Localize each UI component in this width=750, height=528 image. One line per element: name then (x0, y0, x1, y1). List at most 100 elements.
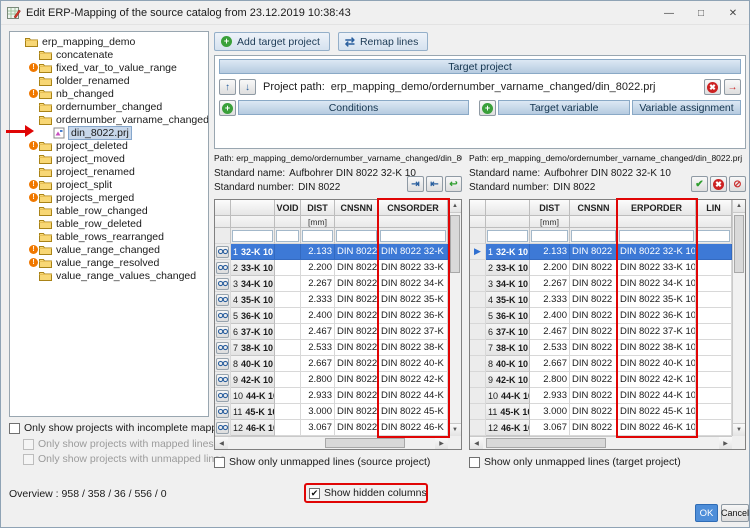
filter-input[interactable] (487, 230, 528, 242)
column-header-order[interactable]: ERPORDER (618, 200, 696, 216)
table-row[interactable]: 536-K 102.400DIN 8022DIN 8022 36-K 10 (470, 308, 732, 324)
add-condition-button[interactable]: + (219, 100, 236, 116)
jump-to-mapped-line-button[interactable]: ⇥ (407, 176, 424, 192)
table-row[interactable]: 637-K 102.467DIN 8022DIN 8022 37-K 10 (215, 324, 448, 340)
table-row[interactable]: 1246-K 103.067DIN 8022DIN 8022 46-K 10 (470, 420, 732, 436)
tree-item-project-deleted[interactable]: !project_deleted (10, 139, 208, 152)
column-header-order[interactable]: CNSORDER (379, 200, 448, 216)
incomplete-mappings-checkbox[interactable] (9, 423, 20, 434)
close-button[interactable]: ✕ (717, 1, 749, 25)
tree-item-value-range-changed[interactable]: !value_range_changed (10, 243, 208, 256)
column-header-dist[interactable]: DIST (301, 200, 335, 216)
scroll-down-arrow[interactable]: ▼ (733, 423, 745, 436)
move-target-up-button[interactable]: ↑ (219, 79, 236, 95)
scroll-right-arrow[interactable]: ▶ (719, 437, 732, 449)
ok-button[interactable]: OK (695, 504, 718, 522)
filter-input[interactable] (380, 230, 446, 242)
target-unmapped-checkbox[interactable] (469, 457, 480, 468)
table-row[interactable]: 435-K 102.333DIN 8022DIN 8022 35-K 10 (470, 292, 732, 308)
horizontal-scrollbar[interactable]: ◀▶ (470, 436, 745, 449)
column-header-cnsnn[interactable]: CNSNN (335, 200, 379, 216)
minimize-button[interactable]: — (653, 1, 685, 25)
remap-lines-button[interactable]: ⇄ Remap lines (338, 32, 428, 51)
find-line-button[interactable] (216, 262, 229, 274)
remove-target-project-button[interactable]: ✖ (704, 79, 721, 95)
filter-input[interactable] (276, 230, 299, 242)
column-header-icon[interactable] (470, 200, 486, 216)
goto-target-project-button[interactable]: → (724, 79, 741, 95)
find-line-button[interactable] (216, 326, 229, 338)
horizontal-scroll-thumb[interactable] (486, 438, 606, 448)
tree-item-folder-renamed[interactable]: folder_renamed (10, 74, 208, 87)
column-header-key[interactable] (486, 200, 530, 216)
table-row[interactable]: 637-K 102.467DIN 8022DIN 8022 37-K 10 (470, 324, 732, 340)
filter-input[interactable] (232, 230, 273, 242)
scroll-right-arrow[interactable]: ▶ (435, 437, 448, 449)
find-line-button[interactable] (216, 310, 229, 322)
table-row[interactable]: 840-K 102.667DIN 8022DIN 8022 40-K 10 (470, 356, 732, 372)
filter-input[interactable] (571, 230, 616, 242)
filter-input[interactable] (697, 230, 730, 242)
jump-to-source-line-button[interactable]: ⇤ (426, 176, 443, 192)
find-line-button[interactable] (216, 294, 229, 306)
table-row[interactable]: 334-K 102.267DIN 8022DIN 8022 34-K 10 (470, 276, 732, 292)
column-header-cnsnn[interactable]: CNSNN (570, 200, 618, 216)
table-row[interactable]: 132-K 102.133DIN 8022DIN 8022 32-K 10 (215, 244, 448, 260)
filter-input[interactable] (336, 230, 377, 242)
vertical-scroll-thumb[interactable] (450, 215, 460, 273)
column-header-icon[interactable] (215, 200, 231, 216)
table-row[interactable]: 1145-K 103.000DIN 8022DIN 8022 45-K 10 (215, 404, 448, 420)
add-assignment-button[interactable]: + (479, 100, 496, 116)
table-row[interactable]: 536-K 102.400DIN 8022DIN 8022 36-K 10 (215, 308, 448, 324)
tree-item-table-rows-rearranged[interactable]: table_rows_rearranged (10, 230, 208, 243)
cancel-button[interactable]: Cancel (721, 504, 749, 522)
scroll-down-arrow[interactable]: ▼ (449, 423, 461, 436)
move-target-down-button[interactable]: ↓ (239, 79, 256, 95)
scroll-left-arrow[interactable]: ◀ (215, 437, 228, 449)
table-row[interactable]: 1044-K 102.933DIN 8022DIN 8022 44-K 10 (470, 388, 732, 404)
find-line-button[interactable] (216, 422, 229, 434)
tree-item-table-row-deleted[interactable]: table_row_deleted (10, 217, 208, 230)
tree-item-project-moved[interactable]: project_moved (10, 152, 208, 165)
column-header-dist[interactable]: DIST (530, 200, 570, 216)
scroll-left-arrow[interactable]: ◀ (470, 437, 483, 449)
filter-input[interactable] (302, 230, 333, 242)
scroll-up-arrow[interactable]: ▲ (733, 200, 745, 213)
tree-item-nb-changed[interactable]: !nb_changed (10, 87, 208, 100)
vertical-scroll-thumb[interactable] (734, 215, 744, 273)
tree-item-projects-merged[interactable]: !projects_merged (10, 191, 208, 204)
table-row[interactable]: 738-K 102.533DIN 8022DIN 8022 38-K 10 (215, 340, 448, 356)
find-line-button[interactable] (216, 342, 229, 354)
tree-item-din-8022-prj[interactable]: din_8022.prj (10, 126, 208, 139)
tree-item-value-range-resolved[interactable]: !value_range_resolved (10, 256, 208, 269)
table-row[interactable]: 233-K 102.200DIN 8022DIN 8022 33-K 10 (470, 260, 732, 276)
find-line-button[interactable] (216, 374, 229, 386)
filter-input[interactable] (619, 230, 694, 242)
scroll-up-arrow[interactable]: ▲ (449, 200, 461, 213)
tree-item-table-row-changed[interactable]: table_row_changed (10, 204, 208, 217)
find-line-button[interactable] (216, 390, 229, 402)
column-header-key[interactable] (231, 200, 275, 216)
vertical-scrollbar[interactable]: ▲▼ (732, 200, 745, 436)
table-row[interactable]: 840-K 102.667DIN 8022DIN 8022 40-K 10 (215, 356, 448, 372)
table-row[interactable]: 738-K 102.533DIN 8022DIN 8022 38-K 10 (470, 340, 732, 356)
maximize-button[interactable]: □ (685, 1, 717, 25)
tree-item-ordernumber-varname-changed[interactable]: ordernumber_varname_changed (10, 113, 208, 126)
find-line-button[interactable] (216, 406, 229, 418)
tree-item-erp-mapping-demo[interactable]: erp_mapping_demo (10, 35, 208, 48)
tree-item-ordernumber-changed[interactable]: ordernumber_changed (10, 100, 208, 113)
exclude-line-button[interactable]: ⊘ (729, 176, 746, 192)
tree-item-value-range-values-changed[interactable]: value_range_values_changed (10, 269, 208, 282)
table-row[interactable]: 1246-K 103.067DIN 8022DIN 8022 46-K 10 (215, 420, 448, 436)
table-row[interactable]: 942-K 102.800DIN 8022DIN 8022 42-K 10 (215, 372, 448, 388)
unmap-line-button[interactable]: ✖ (710, 176, 727, 192)
column-header-lin[interactable]: LIN (696, 200, 732, 216)
table-row[interactable]: 942-K 102.800DIN 8022DIN 8022 42-K 10 (470, 372, 732, 388)
find-line-button[interactable] (216, 278, 229, 290)
map-line-button[interactable]: ✔ (691, 176, 708, 192)
find-line-button[interactable] (216, 246, 229, 258)
tree-item-concatenate[interactable]: concatenate (10, 48, 208, 61)
tree-item-fixed-var-to-value-range[interactable]: !fixed_var_to_value_range (10, 61, 208, 74)
column-header-void[interactable]: VOID (275, 200, 301, 216)
show-hidden-columns-checkbox[interactable]: ✔ (309, 488, 320, 499)
